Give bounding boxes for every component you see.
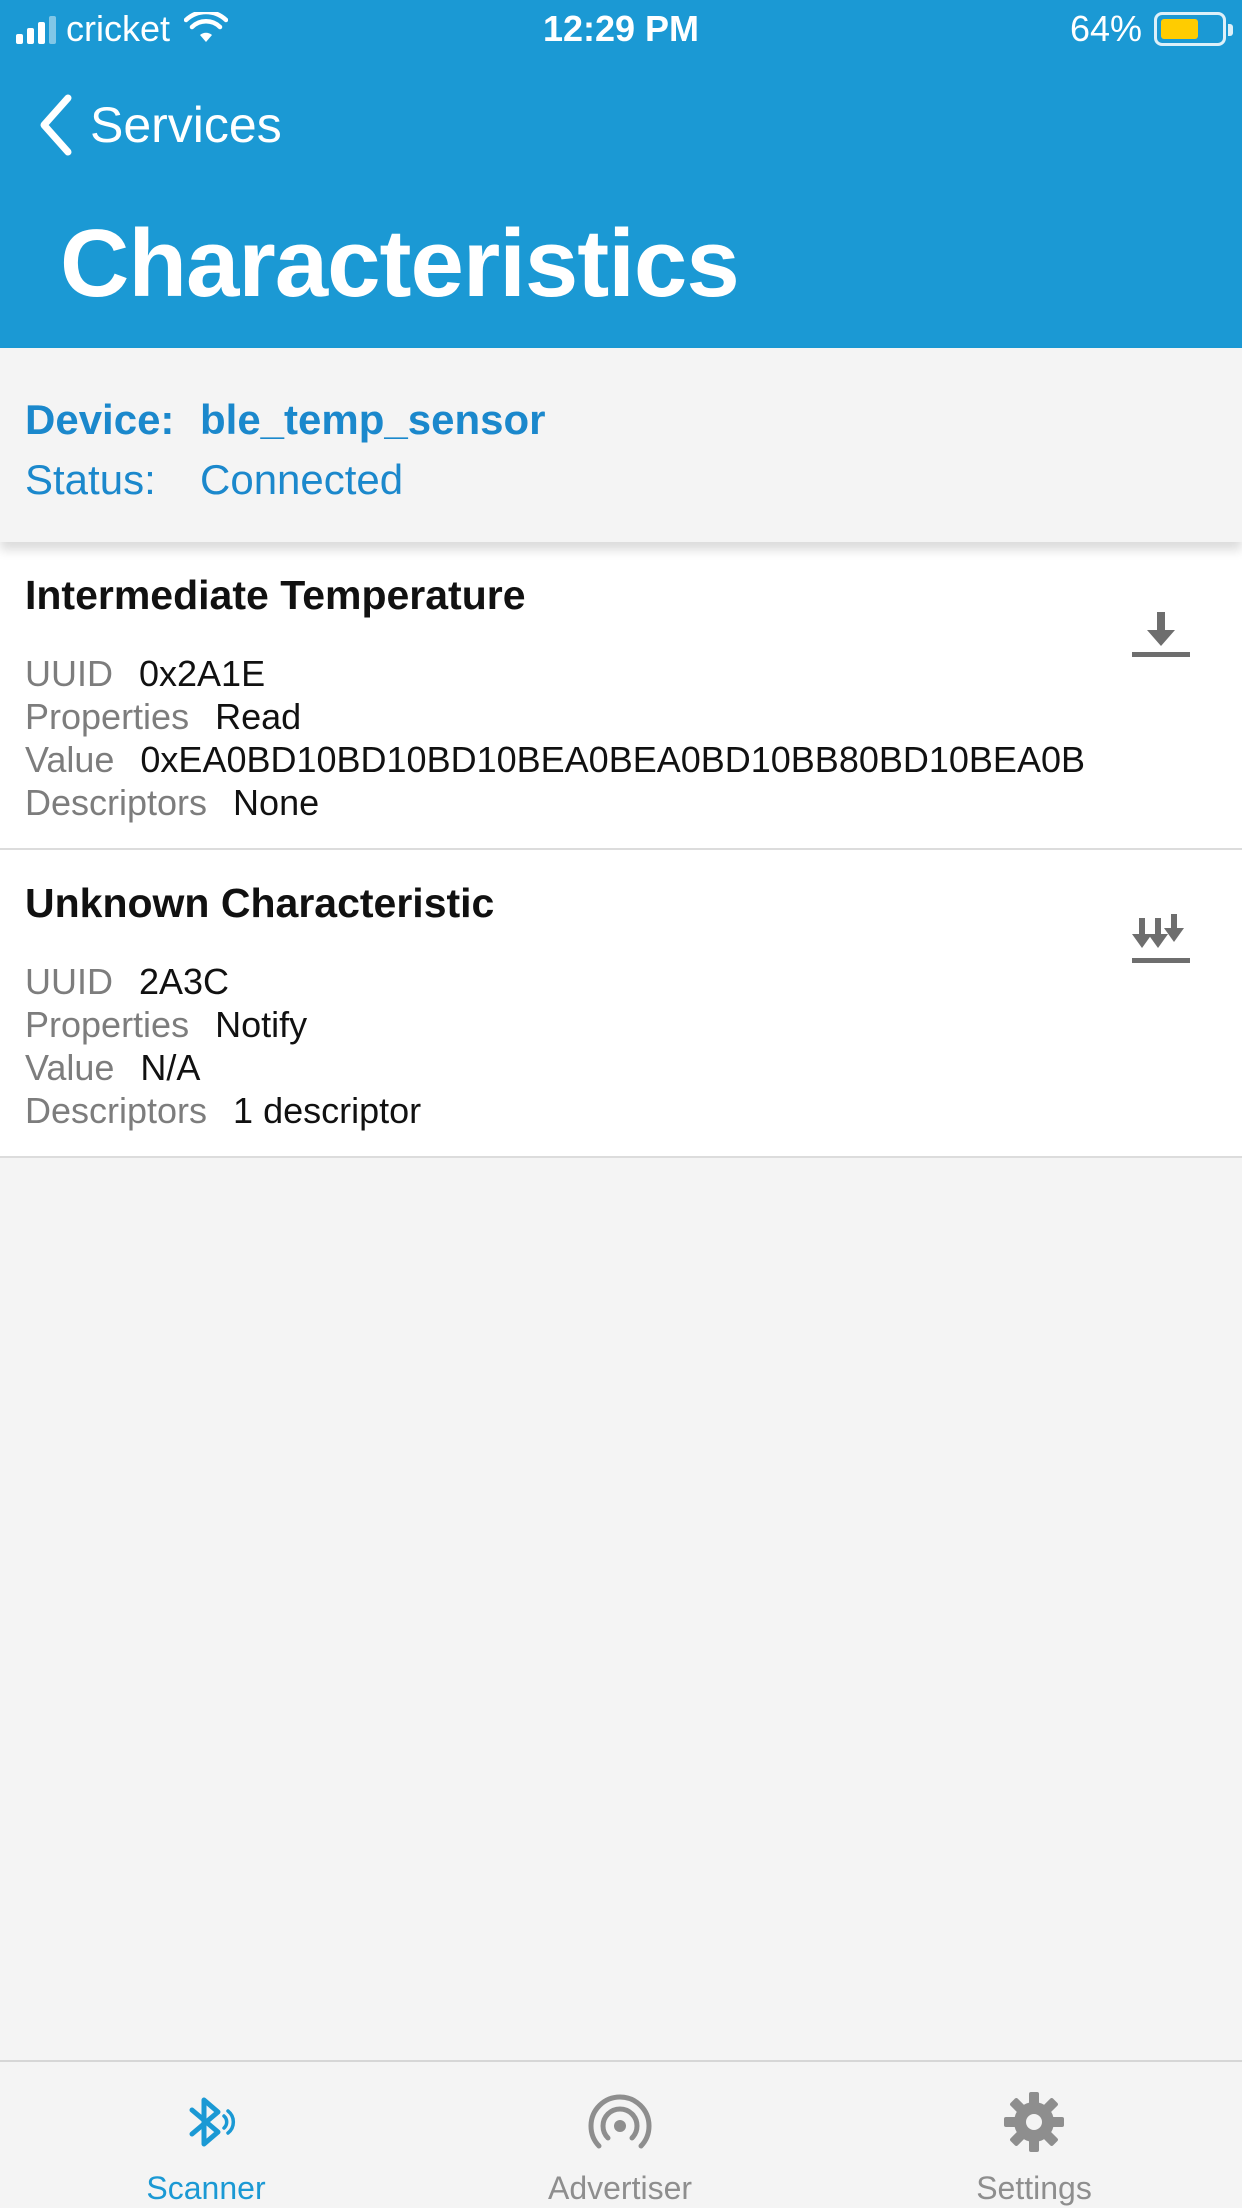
value-row: Value N/A bbox=[25, 1046, 421, 1089]
descriptors-value: None bbox=[233, 782, 320, 823]
tab-settings[interactable]: Settings bbox=[884, 2062, 1184, 2208]
properties-label: Properties bbox=[25, 696, 190, 737]
tab-label: Advertiser bbox=[547, 2170, 693, 2206]
descriptors-row: Descriptors 1 descriptor bbox=[25, 1089, 421, 1132]
uuid-row: UUID 2A3C bbox=[25, 960, 421, 1003]
descriptors-label: Descriptors bbox=[25, 782, 208, 823]
uuid-value: 0x2A1E bbox=[139, 653, 266, 694]
battery-icon bbox=[1154, 12, 1233, 46]
properties-row: Properties Notify bbox=[25, 1003, 421, 1046]
status-row: Status: Connected bbox=[25, 456, 403, 504]
nav-header: cricket 12:29 PM 64% Services Characteri… bbox=[0, 0, 1242, 348]
tab-label: Scanner bbox=[146, 2170, 266, 2206]
tab-scanner[interactable]: Scanner bbox=[56, 2062, 356, 2208]
status-bar: cricket 12:29 PM 64% bbox=[0, 0, 1242, 60]
descriptors-value: 1 descriptor bbox=[233, 1090, 422, 1131]
gear-icon bbox=[1004, 2092, 1064, 2152]
battery-percent: 64% bbox=[1069, 8, 1142, 49]
uuid-label: UUID bbox=[25, 961, 113, 1002]
value-label: Value bbox=[25, 1047, 115, 1088]
tab-bar: Scanner Advertiser Settings bbox=[0, 2060, 1242, 2208]
device-row: Device: ble_temp_sensor bbox=[25, 396, 545, 444]
battery-level-fill bbox=[1161, 19, 1199, 39]
download-icon[interactable] bbox=[1130, 602, 1192, 662]
device-info-panel: Device: ble_temp_sensor Status: Connecte… bbox=[0, 348, 1242, 542]
clock: 12:29 PM bbox=[542, 8, 700, 49]
value-value: N/A bbox=[140, 1047, 201, 1088]
properties-value: Read bbox=[215, 696, 302, 737]
notify-download-icon[interactable] bbox=[1130, 910, 1192, 970]
characteristics-list: Intermediate Temperature UUID 0x2A1E Pro… bbox=[0, 542, 1242, 1158]
broadcast-icon bbox=[588, 2094, 652, 2149]
uuid-value: 2A3C bbox=[139, 961, 230, 1002]
characteristic-properties: UUID 2A3C Properties Notify Value N/A De… bbox=[25, 960, 421, 1132]
back-button-label: Services bbox=[90, 97, 282, 153]
status-right: 64% bbox=[1069, 8, 1233, 50]
device-label: Device: bbox=[25, 396, 175, 443]
status-label: Status: bbox=[25, 456, 156, 503]
value-value: 0xEA0BD10BD10BD10BEA0BEA0BD10BB80BD10BEA… bbox=[140, 739, 1085, 780]
back-button[interactable]: Services bbox=[36, 92, 282, 158]
tab-advertiser[interactable]: Advertiser bbox=[470, 2062, 770, 2208]
chevron-left-icon bbox=[40, 94, 72, 156]
battery-nub bbox=[1228, 24, 1233, 36]
uuid-row: UUID 0x2A1E bbox=[25, 652, 1085, 695]
characteristic-item[interactable]: Unknown Characteristic UUID 2A3C Propert… bbox=[0, 850, 1242, 1158]
properties-row: Properties Read bbox=[25, 695, 1085, 738]
value-row: Value 0xEA0BD10BD10BD10BEA0BEA0BD10BB80B… bbox=[25, 738, 1085, 781]
characteristic-item[interactable]: Intermediate Temperature UUID 0x2A1E Pro… bbox=[0, 542, 1242, 850]
device-name: ble_temp_sensor bbox=[200, 396, 546, 443]
tab-label: Settings bbox=[976, 2170, 1092, 2206]
properties-label: Properties bbox=[25, 1004, 190, 1045]
descriptors-label: Descriptors bbox=[25, 1090, 208, 1131]
descriptors-row: Descriptors None bbox=[25, 781, 1085, 824]
bluetooth-icon bbox=[189, 2097, 236, 2147]
characteristic-name: Unknown Characteristic bbox=[25, 880, 495, 926]
value-label: Value bbox=[25, 739, 115, 780]
properties-value: Notify bbox=[215, 1004, 308, 1045]
page-title: Characteristics bbox=[60, 210, 740, 317]
uuid-label: UUID bbox=[25, 653, 113, 694]
characteristic-name: Intermediate Temperature bbox=[25, 572, 526, 618]
characteristic-properties: UUID 0x2A1E Properties Read Value 0xEA0B… bbox=[25, 652, 1085, 824]
connection-status: Connected bbox=[200, 456, 404, 503]
